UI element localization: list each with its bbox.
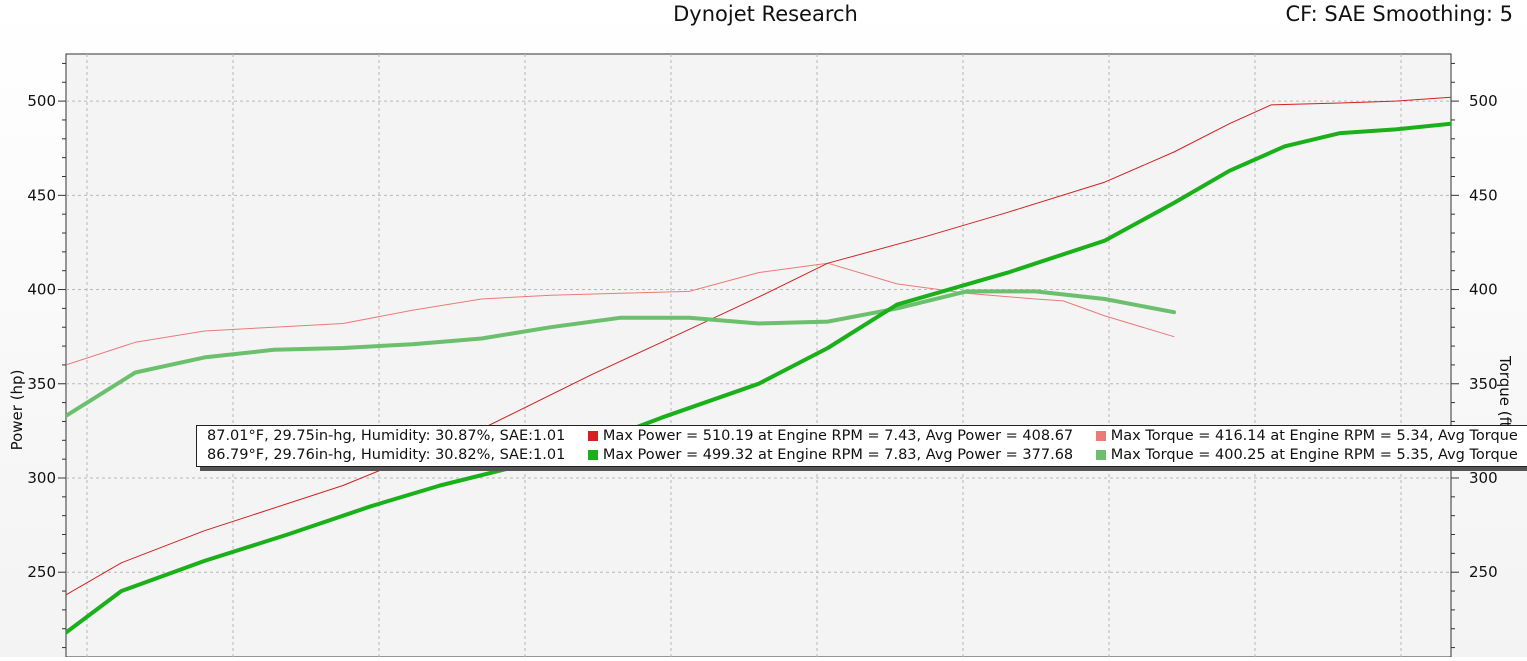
y2-tick-label: 500 (1469, 92, 1498, 110)
legend-power-2: Max Power = 499.32 at Engine RPM = 7.83,… (602, 447, 1074, 463)
legend-row-1: 87.01°F, 29.75in-hg, Humidity: 30.87%, S… (207, 427, 1518, 446)
plot-area (65, 53, 1452, 658)
legend-conditions-2: 86.79°F, 29.76in-hg, Humidity: 30.82%, S… (207, 447, 566, 463)
legend-power-1: Max Power = 510.19 at Engine RPM = 7.43,… (602, 428, 1074, 444)
legend-torque-2: Max Torque = 400.25 at Engine RPM = 5.35… (1110, 447, 1518, 463)
y-tick-label: 350 (27, 375, 56, 393)
y2-tick-label: 350 (1469, 375, 1498, 393)
legend-box: 87.01°F, 29.75in-hg, Humidity: 30.87%, S… (196, 425, 1527, 467)
y-axis-label: Power (hp) (8, 370, 26, 451)
legend-power-swatch-2 (587, 450, 598, 460)
y-tick-label: 250 (27, 563, 56, 581)
y2-tick-label: 300 (1469, 469, 1498, 487)
y2-tick-label: 400 (1469, 281, 1498, 299)
legend-torque-swatch-1 (1095, 431, 1106, 441)
legend-conditions-1: 87.01°F, 29.75in-hg, Humidity: 30.87%, S… (207, 428, 566, 444)
legend-row-2: 86.79°F, 29.76in-hg, Humidity: 30.82%, S… (207, 446, 1518, 465)
legend-torque-1: Max Torque = 416.14 at Engine RPM = 5.34… (1110, 428, 1518, 444)
y-tick-label: 500 (27, 92, 56, 110)
y-tick-label: 300 (27, 469, 56, 487)
legend-torque-swatch-2 (1095, 450, 1106, 460)
y2-tick-label: 450 (1469, 186, 1498, 204)
y2-tick-label: 250 (1469, 563, 1498, 581)
legend-power-swatch-1 (587, 431, 598, 441)
y2-axis-label: Torque (ft (1496, 355, 1514, 428)
dyno-chart: 250 300 350 400 450 500 250 300 350 400 450 500 Powe… (0, 0, 1527, 661)
y-tick-label: 450 (27, 186, 56, 204)
y-tick-label: 400 (27, 281, 56, 299)
